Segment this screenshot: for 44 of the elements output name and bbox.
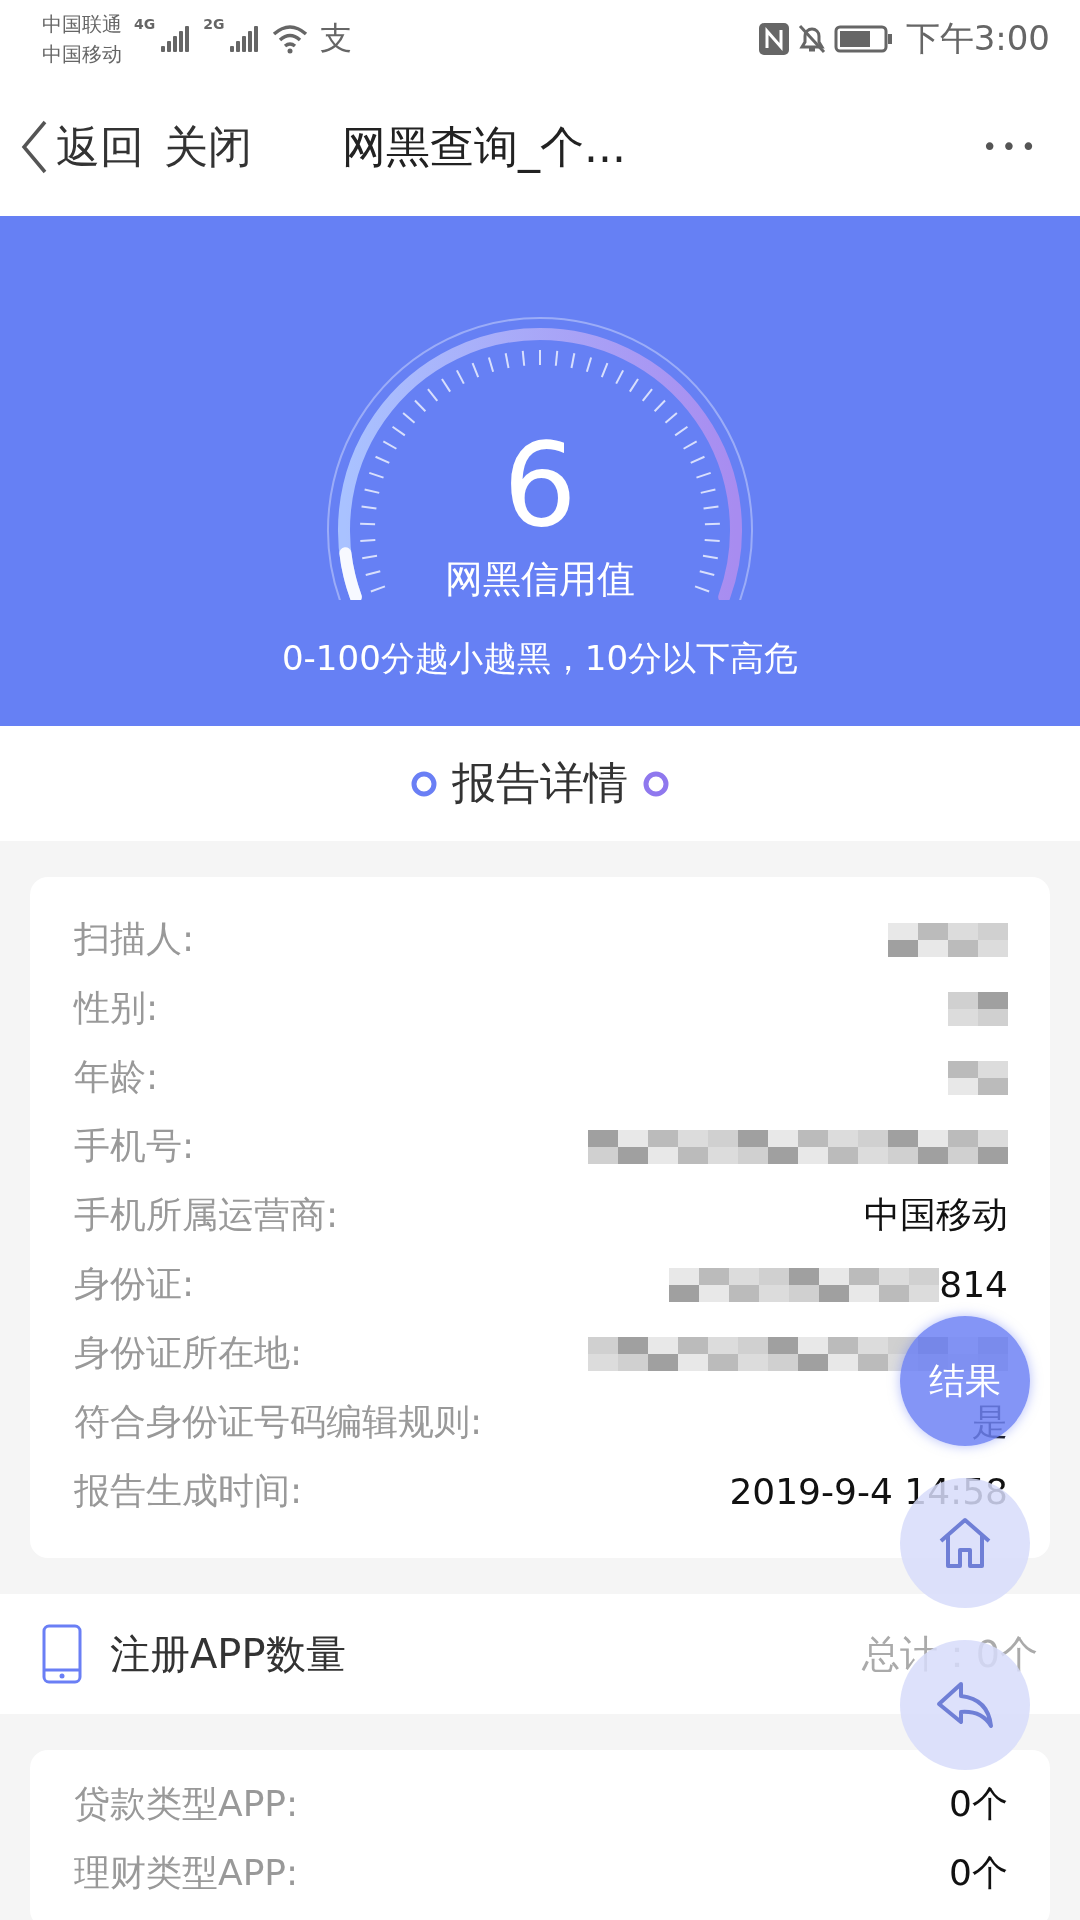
field-label: 符合身份证号码编辑规则: (74, 1400, 483, 1444)
field-label: 手机所属运营商: (74, 1193, 339, 1237)
field-value: 0个 (949, 1851, 1008, 1895)
signal-icon (230, 26, 261, 52)
app-total: 总计：0个 (861, 1630, 1038, 1678)
ring-icon (410, 769, 438, 798)
field-value: 中国移动 (864, 1193, 1008, 1237)
page-title: 网黑查询_个... (342, 119, 626, 175)
field-value: 是 (972, 1400, 1008, 1444)
battery-icon (833, 24, 894, 54)
wifi-icon (272, 24, 309, 54)
score-value: 6 (503, 420, 577, 550)
back-icon (20, 119, 48, 175)
section-title: 注册APP数量 (110, 1629, 346, 1679)
score-label: 网黑信用值 (445, 556, 635, 603)
ring-icon (642, 769, 670, 798)
field-value: 814 (939, 1264, 1008, 1305)
carrier-name: 中国移动 (42, 41, 122, 68)
field-value: 0个 (949, 1782, 1008, 1826)
nfc-icon (757, 22, 790, 56)
field-label: 报告生成时间: (74, 1469, 303, 1513)
back-button[interactable]: 返回 (20, 117, 144, 177)
field-label: 年龄: (74, 1055, 159, 1099)
carrier-name: 中国联通 (42, 11, 122, 38)
score-caption: 0-100分越小越黑，10分以下高危 (281, 637, 799, 680)
more-button[interactable]: ••• (982, 132, 1040, 162)
field-label: 理财类型APP: (74, 1851, 299, 1895)
field-label: 扫描人: (74, 917, 195, 961)
home-icon (937, 1517, 993, 1569)
field-label: 身份证所在地: (74, 1331, 303, 1375)
clock: 下午3:00 (905, 17, 1050, 60)
reply-arrow-icon (935, 1680, 995, 1730)
field-label: 性别: (74, 986, 159, 1030)
field-value: 2019-9-4 14:58 (729, 1471, 1008, 1512)
signal-icon (161, 26, 192, 52)
field-label: 贷款类型APP: (74, 1782, 299, 1826)
section-title: 报告详情 (452, 756, 628, 810)
network-type: 4G (134, 16, 156, 32)
network-type: 2G (203, 16, 225, 32)
notification-glyph: 支 (320, 18, 353, 59)
close-button[interactable]: 关闭 (164, 117, 252, 177)
field-label: 身份证: (74, 1262, 195, 1306)
field-label: 手机号: (74, 1124, 195, 1168)
phone-icon (42, 1624, 82, 1684)
